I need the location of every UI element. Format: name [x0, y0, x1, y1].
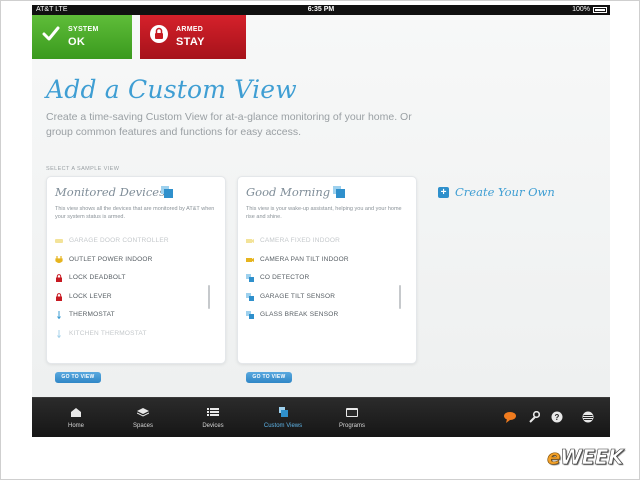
tablet-screen: AT&T LTE 6:35 PM 100% SYSTEM OK ARMED ST… — [32, 5, 610, 437]
create-your-own-label: Create Your Own — [455, 185, 555, 199]
status-bar: AT&T LTE 6:35 PM 100% — [32, 5, 610, 15]
list-item[interactable]: CAMERA FIXED INDOOR — [246, 234, 401, 253]
device-list: GARAGE DOOR CONTROLLER OUTLET POWER INDO… — [55, 234, 210, 345]
battery-percent: 100% — [572, 6, 590, 13]
device-label: OUTLET POWER INDOOR — [69, 255, 153, 263]
system-label: SYSTEM — [68, 26, 99, 33]
nav-label: Devices — [202, 423, 224, 429]
devices-icon — [207, 408, 219, 416]
list-item[interactable]: LOCK LEVER — [55, 290, 210, 309]
nav-item-programs[interactable]: Programs — [324, 398, 380, 437]
view-card-monitored-devices[interactable]: Monitored Devices This view shows all th… — [46, 176, 226, 364]
nav-item-custom-views[interactable]: Custom Views — [255, 398, 311, 437]
sensor-icon — [246, 292, 254, 301]
view-card-good-morning[interactable]: Good Morning This view is your wake-up a… — [237, 176, 417, 364]
eweek-watermark: eWEEK — [547, 445, 624, 470]
lock-icon — [150, 25, 168, 43]
list-item[interactable]: CAMERA PAN TILT INDOOR — [246, 253, 401, 272]
device-label: GARAGE DOOR CONTROLLER — [69, 237, 169, 244]
custom-view-icon — [333, 186, 345, 198]
thermometer-icon — [57, 329, 61, 338]
camera-icon — [246, 239, 254, 243]
card-description: This view is your wake-up assistant, hel… — [246, 206, 402, 220]
main-content: SYSTEM OK ARMED STAY Add a Custom View C… — [32, 15, 610, 414]
spaces-icon — [137, 408, 149, 417]
list-item[interactable]: KITCHEN THERMOSTAT — [55, 327, 210, 346]
custom-view-icon — [161, 186, 173, 198]
thermometer-icon — [57, 311, 61, 319]
lock-icon — [56, 292, 62, 301]
chat-icon[interactable] — [504, 411, 516, 423]
programs-icon — [346, 408, 358, 417]
device-label: CAMERA FIXED INDOOR — [260, 237, 341, 244]
sensor-icon — [246, 274, 254, 282]
list-item[interactable]: GLASS BREAK SENSOR — [246, 308, 401, 327]
device-label: KITCHEN THERMOSTAT — [69, 329, 147, 337]
device-label: GARAGE TILT SENSOR — [260, 292, 336, 300]
garage-icon — [55, 239, 63, 243]
bottom-nav: Home Spaces Devices Custom Views Program… — [32, 397, 610, 437]
nav-label: Spaces — [132, 423, 153, 429]
battery-icon — [593, 7, 607, 13]
device-list: CAMERA FIXED INDOOR CAMERA PAN TILT INDO… — [246, 234, 401, 327]
list-item[interactable]: THERMOSTAT — [55, 308, 210, 327]
device-label: CO DETECTOR — [260, 274, 310, 281]
list-item[interactable]: GARAGE TILT SENSOR — [246, 290, 401, 309]
lock-icon — [56, 274, 62, 282]
sensor-icon — [246, 311, 254, 319]
list-item[interactable]: OUTLET POWER INDOOR — [55, 253, 210, 272]
checkmark-icon — [42, 26, 60, 41]
nav-label: Home — [67, 423, 84, 429]
help-icon[interactable]: ? — [551, 411, 563, 423]
page-description: Create a time-saving Custom View for at-… — [46, 111, 412, 138]
att-logo-icon[interactable] — [582, 411, 594, 423]
card-scrollbar[interactable] — [399, 285, 401, 309]
frame: AT&T LTE 6:35 PM 100% SYSTEM OK ARMED ST… — [0, 0, 640, 480]
wrench-icon[interactable] — [528, 411, 540, 423]
card-title: Monitored Devices — [55, 185, 165, 199]
plug-icon — [55, 255, 63, 263]
armed-value: STAY — [176, 36, 205, 48]
eweek-e: e — [547, 445, 561, 470]
home-icon — [71, 408, 81, 417]
list-item[interactable]: CO DETECTOR — [246, 271, 401, 290]
device-label: LOCK DEADBOLT — [69, 274, 126, 281]
camera-icon — [246, 257, 254, 262]
armed-label: ARMED — [176, 26, 204, 33]
clock: 6:35 PM — [307, 6, 335, 13]
card-title: Good Morning — [246, 185, 331, 199]
nav-item-spaces[interactable]: Spaces — [115, 398, 171, 437]
system-value: OK — [68, 36, 86, 48]
card-scrollbar[interactable] — [208, 285, 210, 309]
page-title: Add a Custom View — [46, 75, 297, 104]
nav-label: Programs — [338, 423, 365, 429]
sample-view-label: SELECT A SAMPLE VIEW — [46, 166, 120, 172]
armed-status-tile[interactable]: ARMED STAY — [140, 15, 246, 59]
custom-views-icon — [279, 407, 288, 417]
go-to-view-button[interactable]: GO TO VIEW — [55, 372, 101, 383]
device-label: GLASS BREAK SENSOR — [260, 311, 339, 318]
eweek-text: WEEK — [560, 445, 624, 470]
system-status-tile[interactable]: SYSTEM OK — [32, 15, 132, 59]
nav-item-home[interactable]: Home — [48, 398, 104, 437]
nav-label: Custom Views — [263, 423, 303, 429]
list-item[interactable]: GARAGE DOOR CONTROLLER — [55, 234, 210, 253]
go-to-view-button[interactable]: GO TO VIEW — [246, 372, 292, 383]
nav-item-devices[interactable]: Devices — [185, 398, 241, 437]
plus-icon: + — [438, 187, 449, 198]
device-label: LOCK LEVER — [69, 292, 112, 300]
device-label: THERMOSTAT — [69, 311, 115, 318]
device-label: CAMERA PAN TILT INDOOR — [260, 255, 349, 263]
card-description: This view shows all the devices that are… — [55, 206, 215, 220]
svg-text:?: ? — [555, 413, 560, 422]
list-item[interactable]: LOCK DEADBOLT — [55, 271, 210, 290]
